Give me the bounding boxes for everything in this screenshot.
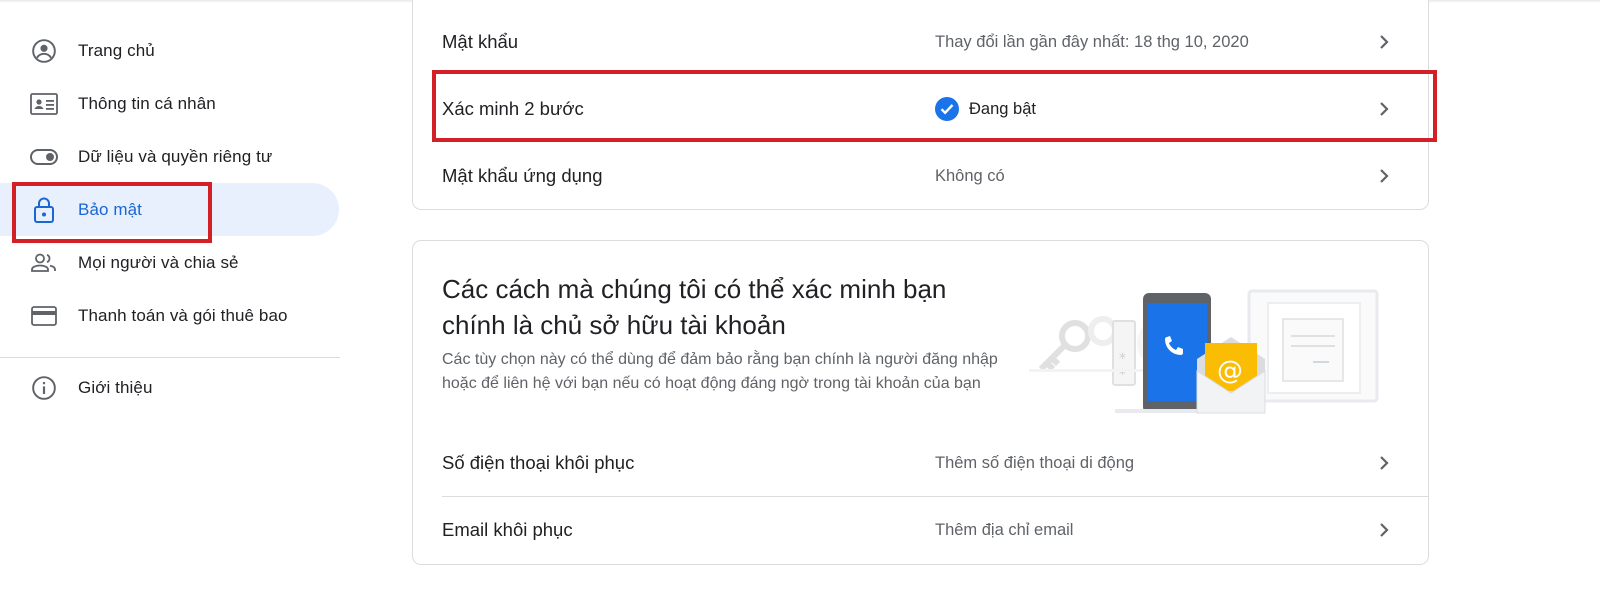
row-value: Không có (935, 166, 1005, 185)
sidebar-item-label: Dữ liệu và quyền riêng tư (78, 146, 273, 166)
sidebar-item-label: Mọi người và chia sẻ (78, 252, 239, 272)
sidebar-item-personal-info[interactable]: Thông tin cá nhân (0, 77, 339, 130)
sidebar-item-data-privacy[interactable]: Dữ liệu và quyền riêng tư (0, 130, 339, 183)
sidebar-item-people-sharing[interactable]: Mọi người và chia sẻ (0, 236, 339, 289)
info-icon (30, 374, 58, 402)
sidebar-item-label: Trang chủ (78, 40, 155, 60)
row-value: Thêm địa chỉ email (935, 520, 1074, 539)
sidebar-item-home[interactable]: Trang chủ (0, 24, 339, 77)
chevron-right-icon (1372, 451, 1396, 475)
account-circle-icon (30, 37, 58, 65)
id-card-icon (30, 90, 58, 118)
sidebar-item-label: Giới thiệu (78, 377, 153, 397)
toggle-icon (30, 143, 58, 171)
credit-card-icon (30, 302, 58, 330)
highlight-security-nav (12, 182, 212, 243)
chevron-right-icon (1372, 164, 1396, 188)
svg-text:*: * (1119, 351, 1126, 367)
sidebar-item-about[interactable]: Giới thiệu (0, 361, 339, 414)
row-label: Email khôi phục (442, 519, 573, 540)
row-label: Số điện thoại khôi phục (442, 452, 635, 473)
row-label: Mật khẩu (442, 31, 519, 52)
svg-text:@: @ (1217, 356, 1243, 386)
password-row[interactable]: Mật khẩu Thay đổi lần gần đây nhất: 18 t… (442, 9, 1428, 75)
recovery-phone-row[interactable]: Số điện thoại khôi phục Thêm số điện tho… (442, 430, 1428, 496)
sidebar-divider (0, 357, 340, 358)
app-passwords-row[interactable]: Mật khẩu ứng dụng Không có (442, 143, 1428, 209)
row-label: Mật khẩu ứng dụng (442, 165, 603, 186)
verification-methods-card: Các cách mà chúng tôi có thể xác minh bạ… (412, 240, 1429, 565)
chevron-right-icon (1372, 30, 1396, 54)
highlight-two-step-row (432, 70, 1437, 142)
sidebar-item-label: Thanh toán và gói thuê bao (78, 305, 288, 325)
recovery-email-row[interactable]: Email khôi phục Thêm địa chỉ email (442, 497, 1428, 563)
row-value: Thay đổi lần gần đây nhất: 18 thg 10, 20… (935, 32, 1249, 51)
chevron-right-icon (1372, 518, 1396, 542)
sidebar-item-payments[interactable]: Thanh toán và gói thuê bao (0, 289, 339, 342)
card-title: Các cách mà chúng tôi có thể xác minh bạ… (442, 274, 947, 340)
sidebar-item-label: Thông tin cá nhân (78, 93, 216, 113)
phone-email-illustration: * * @ (1023, 281, 1393, 421)
row-value: Thêm số điện thoại di động (935, 453, 1135, 472)
card-description: Các tùy chọn này có thể dùng để đảm bảo … (442, 351, 998, 392)
people-icon (30, 249, 58, 277)
